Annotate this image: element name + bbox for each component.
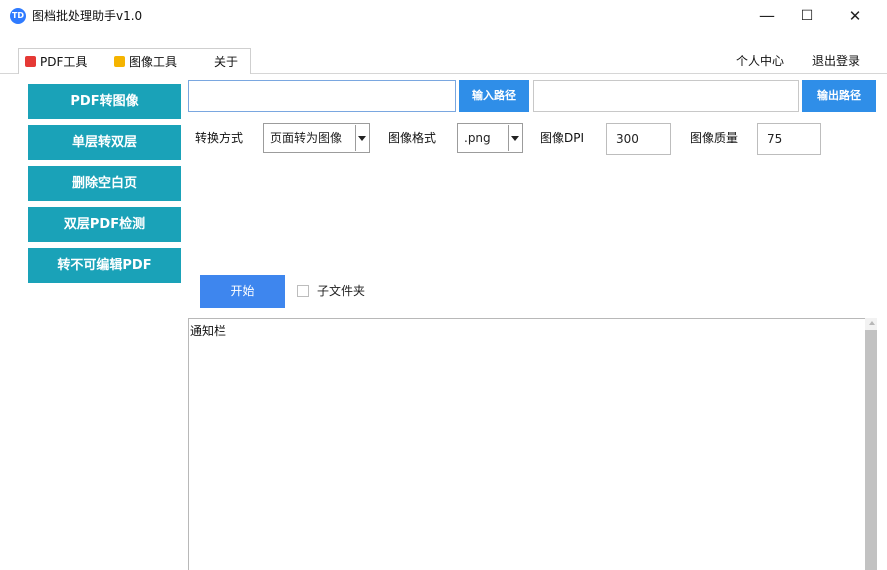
- format-select[interactable]: .png: [457, 123, 523, 153]
- app-logo: TD: [10, 8, 26, 24]
- format-label: 图像格式: [388, 131, 437, 145]
- window-title: 图档批处理助手v1.0: [32, 9, 143, 23]
- image-icon: [114, 56, 125, 67]
- chevron-down-icon: [355, 125, 368, 151]
- quality-label: 图像质量: [690, 131, 739, 145]
- tab-label: 图像工具: [129, 55, 178, 69]
- close-button[interactable]: ✕: [835, 0, 875, 32]
- tab-label: PDF工具: [40, 55, 88, 69]
- quality-input[interactable]: 75: [757, 123, 821, 155]
- start-button[interactable]: 开始: [200, 275, 285, 308]
- input-path-button[interactable]: 输入路径: [459, 80, 529, 112]
- mode-select-value: 页面转为图像: [270, 131, 343, 145]
- user-center-link[interactable]: 个人中心: [736, 52, 784, 70]
- pdf-icon: [25, 56, 36, 67]
- tab-about[interactable]: 关于: [199, 48, 251, 74]
- tab-divider: [251, 73, 887, 74]
- logout-link[interactable]: 退出登录: [812, 52, 860, 70]
- scroll-up-icon[interactable]: [869, 321, 875, 325]
- tab-label: 关于: [214, 55, 239, 69]
- dpi-input[interactable]: 300: [606, 123, 671, 155]
- subfolder-label: 子文件夹: [317, 284, 366, 298]
- scrollbar-thumb[interactable]: [865, 330, 877, 570]
- output-path-button[interactable]: 输出路径: [802, 80, 876, 112]
- format-select-value: .png: [464, 131, 491, 145]
- maximize-button[interactable]: ☐: [787, 0, 827, 32]
- sidebar-item-pdf-to-image[interactable]: PDF转图像: [28, 84, 181, 119]
- mode-label: 转换方式: [195, 131, 244, 145]
- input-path-field[interactable]: [188, 80, 456, 112]
- subfolder-checkbox[interactable]: [297, 285, 309, 297]
- tab-image-tools[interactable]: 图像工具: [108, 48, 200, 74]
- sidebar-item-delete-blank-pages[interactable]: 删除空白页: [28, 166, 181, 201]
- dpi-label: 图像DPI: [540, 131, 585, 145]
- minimize-button[interactable]: —: [747, 0, 787, 32]
- notification-panel[interactable]: [188, 318, 868, 570]
- mode-select[interactable]: 页面转为图像: [263, 123, 370, 153]
- output-path-field[interactable]: [533, 80, 799, 112]
- sidebar-item-to-noneditable-pdf[interactable]: 转不可编辑PDF: [28, 248, 181, 283]
- tab-divider: [0, 73, 18, 74]
- sidebar-item-double-pdf-check[interactable]: 双层PDF检测: [28, 207, 181, 242]
- chevron-down-icon: [508, 125, 521, 151]
- sidebar-item-single-to-double[interactable]: 单层转双层: [28, 125, 181, 160]
- notification-title: 通知栏: [190, 324, 227, 338]
- tab-pdf-tools[interactable]: PDF工具: [18, 48, 109, 74]
